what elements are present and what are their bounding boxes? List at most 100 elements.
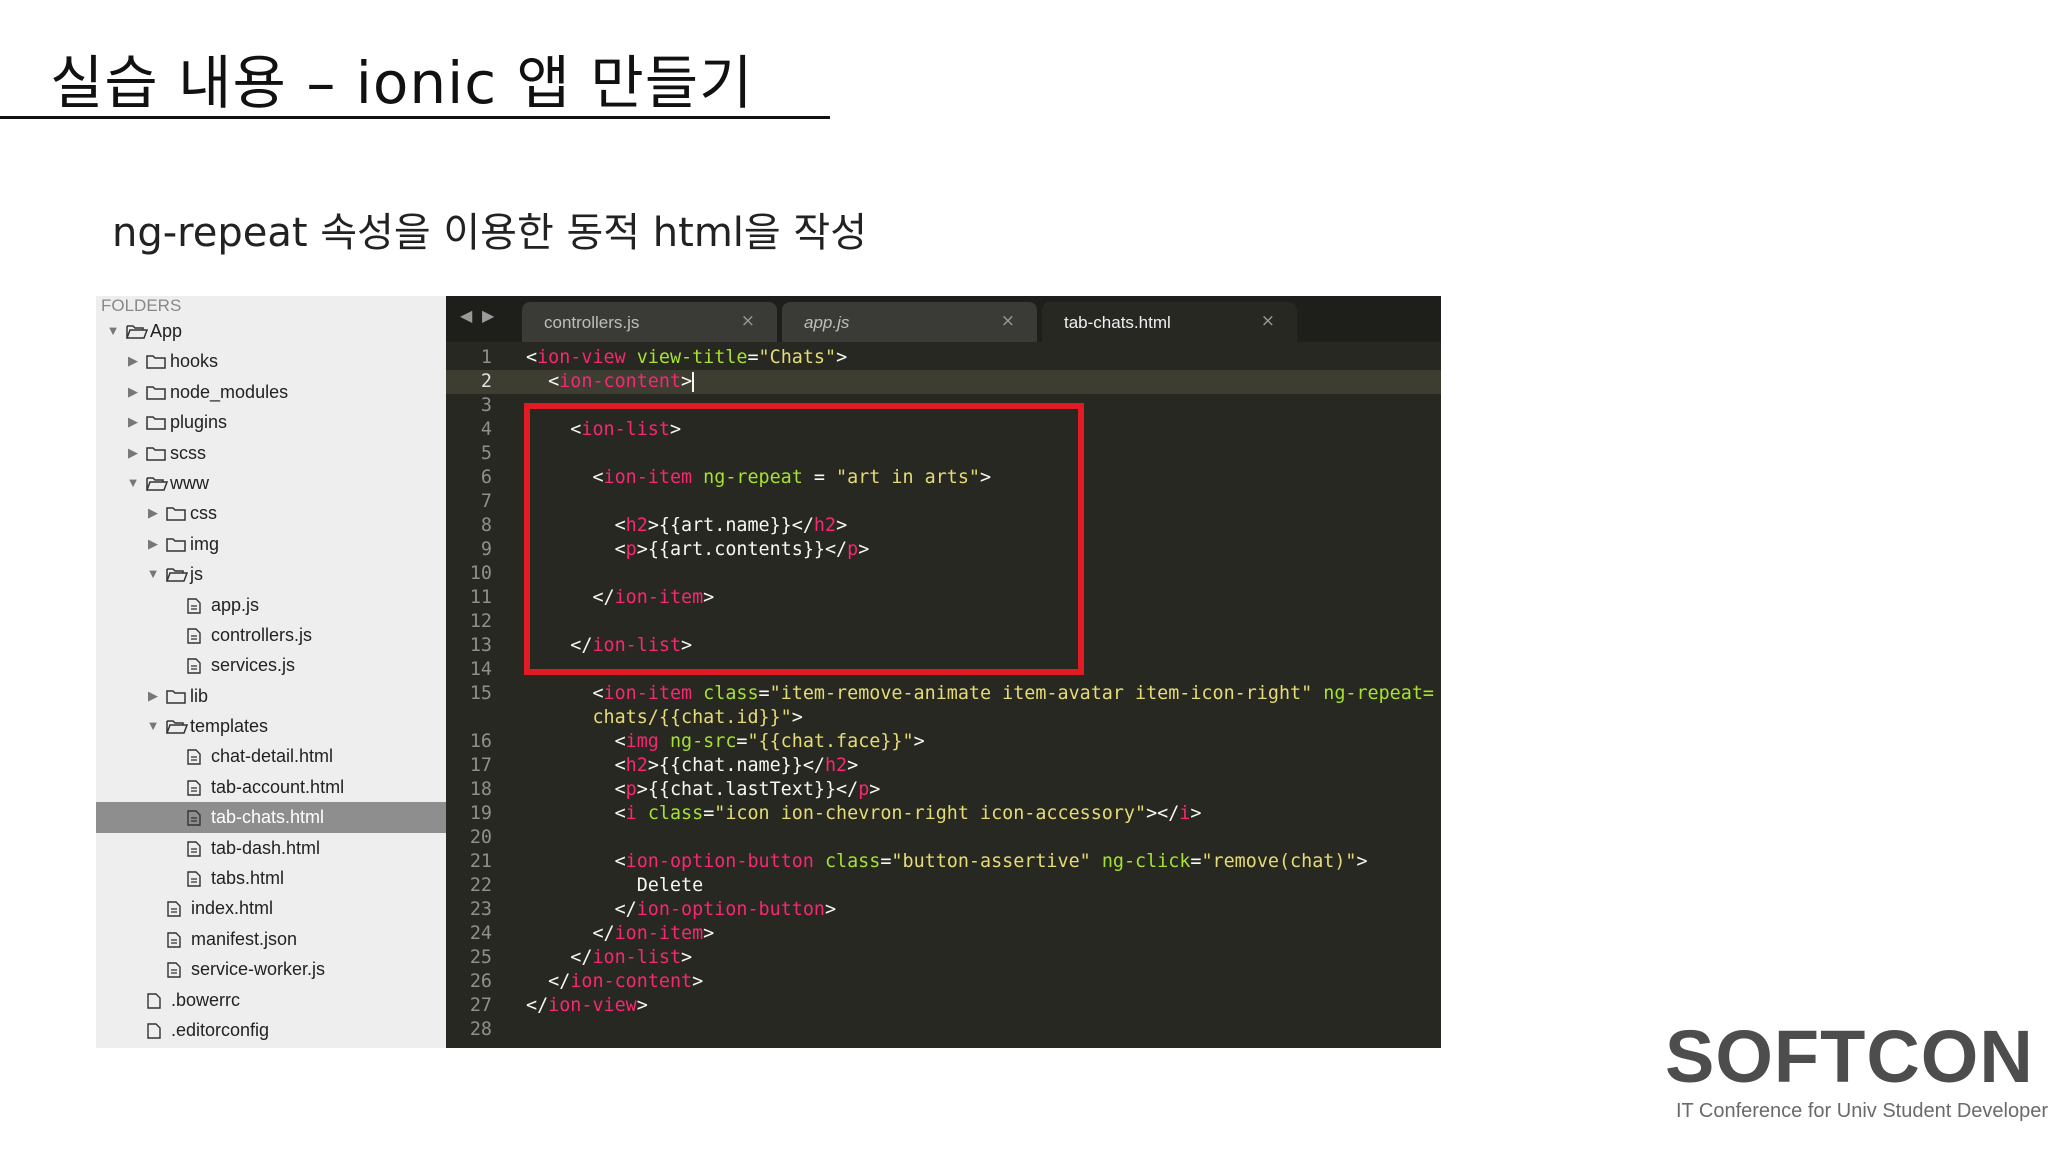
editor-tab[interactable]: tab-chats.html ×: [1042, 302, 1297, 342]
code-token: <: [526, 347, 538, 368]
code-token: >: [913, 731, 925, 752]
code-token: >: [647, 755, 659, 776]
code-text: </ion-content>: [526, 970, 703, 994]
tree-item-label: index.html: [191, 898, 274, 919]
line-number: 10: [469, 563, 492, 584]
code-text: <p>{{chat.lastText}}</p>: [526, 778, 881, 802]
code-token: Delete: [526, 875, 704, 896]
file-icon: [167, 901, 181, 918]
code-token: ion-option-button: [636, 899, 825, 920]
tree-item[interactable]: .bowerrc: [96, 985, 446, 1015]
code-token: >: [692, 971, 704, 992]
triangle-down-icon[interactable]: ▼: [106, 316, 120, 346]
tree-item-label: js: [190, 564, 203, 585]
code-token: ></: [1146, 803, 1180, 824]
tree-item[interactable]: ▶ scss: [96, 438, 446, 468]
tree-item-label: manifest.json: [191, 928, 298, 949]
code-token: >: [1190, 803, 1202, 824]
tree-item[interactable]: tabs.html: [96, 863, 446, 893]
tree-item[interactable]: service-worker.js: [96, 954, 446, 984]
tree-item[interactable]: tab-account.html: [96, 772, 446, 802]
line-number: 6: [480, 467, 492, 488]
folder-icon: [146, 415, 166, 430]
code-token: >: [636, 995, 648, 1016]
triangle-down-icon[interactable]: ▼: [126, 468, 140, 498]
tree-item[interactable]: ▼ App: [96, 316, 446, 346]
tab-label: app.js: [804, 313, 850, 332]
triangle-right-icon[interactable]: ▶: [146, 681, 160, 711]
tree-item[interactable]: .editorconfig: [96, 1015, 446, 1045]
triangle-right-icon[interactable]: ▶: [146, 498, 160, 528]
tree-item[interactable]: manifest.json: [96, 924, 446, 954]
code-text: <i class="icon ion-chevron-right icon-ac…: [526, 802, 1202, 826]
tree-item[interactable]: index.html: [96, 893, 446, 923]
line-number: 13: [469, 635, 492, 656]
code-text: </ion-item>: [526, 922, 714, 946]
code-token: >: [681, 371, 693, 392]
close-icon[interactable]: ×: [1001, 311, 1015, 331]
triangle-right-icon[interactable]: ▶: [126, 377, 140, 407]
line-number: 1: [480, 347, 492, 368]
code-line: 18 <p>{{chat.lastText}}</p>: [446, 778, 1441, 802]
tree-item[interactable]: chat-detail.html: [96, 741, 446, 771]
editor-tab[interactable]: controllers.js ×: [522, 302, 777, 342]
folder-sidebar: FOLDERS ▼ App ▶ hooks ▶ node_modules ▶ plugins ▶…: [96, 296, 446, 1048]
triangle-right-icon[interactable]: ▶: [146, 529, 160, 559]
line-number: 26: [469, 971, 492, 992]
line-number: 25: [469, 947, 492, 968]
line-number: 23: [469, 899, 492, 920]
tree-item[interactable]: ▶ plugins: [96, 407, 446, 437]
close-icon[interactable]: ×: [1261, 311, 1275, 331]
file-icon: [187, 780, 201, 796]
code-token: ng-click: [1101, 851, 1191, 872]
code-token: >: [703, 923, 715, 944]
tree-item[interactable]: ▶ img: [96, 529, 446, 559]
tree-item[interactable]: tab-chats.html: [96, 802, 446, 833]
tree-item-label: chat-detail.html: [211, 746, 334, 767]
code-token: "{{chat.face}}": [747, 731, 914, 752]
triangle-right-icon[interactable]: ▶: [126, 407, 140, 437]
triangle-down-icon[interactable]: ▼: [146, 711, 160, 741]
code-token: {{chat.name}}: [658, 755, 803, 776]
nav-back-icon[interactable]: ◀: [460, 306, 472, 325]
tree-item-label: service-worker.js: [191, 959, 326, 980]
triangle-right-icon[interactable]: ▶: [126, 346, 140, 376]
tree-item-label: controllers.js: [211, 624, 313, 645]
tree-item[interactable]: ▶ lib: [96, 681, 446, 711]
editor-tab[interactable]: app.js ×: [782, 302, 1037, 342]
folder-open-icon: [166, 719, 188, 734]
line-number: 11: [469, 587, 492, 608]
tree-item[interactable]: app.js: [96, 590, 446, 620]
tree-item[interactable]: ▶ node_modules: [96, 377, 446, 407]
code-token: ng-repeat=: [1323, 683, 1434, 704]
triangle-down-icon[interactable]: ▼: [146, 559, 160, 589]
line-number: 3: [480, 395, 492, 416]
tree-item[interactable]: tab-dash.html: [96, 833, 446, 863]
folder-icon: [166, 537, 186, 552]
tree-item[interactable]: ▼ templates: [96, 711, 446, 741]
code-text: <ion-item class="item-remove-animate ite…: [526, 682, 1434, 706]
tree-item[interactable]: ▶ css: [96, 498, 446, 528]
tree-item-label: tabs.html: [211, 868, 285, 889]
code-line: chats/{{chat.id}}">: [446, 706, 1441, 730]
tree-item[interactable]: ▶ hooks: [96, 346, 446, 376]
tree-item[interactable]: ▼ www: [96, 468, 446, 498]
nav-forward-icon[interactable]: ▶: [482, 306, 494, 325]
triangle-right-icon[interactable]: ▶: [126, 438, 140, 468]
file-icon: [167, 962, 181, 978]
tree-item[interactable]: controllers.js: [96, 620, 446, 650]
tree-item[interactable]: services.js: [96, 650, 446, 680]
folder-icon: [166, 506, 186, 522]
code-token: class: [824, 851, 881, 872]
close-icon[interactable]: ×: [741, 311, 755, 331]
folder-open-icon: [126, 324, 148, 339]
tree-item[interactable]: ▼ js: [96, 559, 446, 589]
softcon-tagline: IT Conference for Univ Student Developer: [1675, 1100, 2048, 1122]
code-text: </ion-option-button>: [526, 898, 836, 922]
code-token: >: [847, 755, 859, 776]
code-token: ion-view: [548, 995, 637, 1016]
code-token: <: [614, 731, 626, 752]
